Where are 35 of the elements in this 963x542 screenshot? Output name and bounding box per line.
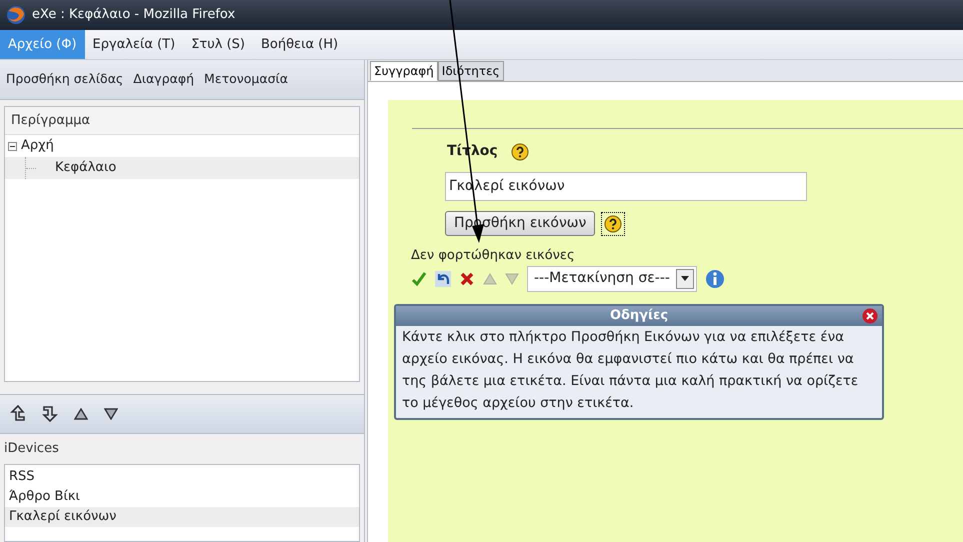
list-item[interactable]: Γκαλερί εικόνων (5, 507, 359, 527)
tree-row[interactable]: Κεφάλαιο (5, 157, 359, 179)
demote-arrow-icon[interactable] (42, 405, 58, 423)
undo-icon[interactable] (435, 270, 451, 286)
browser-logo-icon (6, 5, 26, 25)
menu-item[interactable]: Στυλ (S) (183, 30, 253, 59)
toolbar-button[interactable]: Διαγραφή (133, 70, 194, 89)
panel-header: Περίγραμμα (5, 107, 359, 135)
menu-item[interactable]: Εργαλεία (Τ) (84, 30, 184, 59)
down-triangle-icon[interactable] (104, 408, 118, 420)
toolbar-button[interactable]: Προσθήκη σελίδας (6, 70, 124, 89)
promote-arrow-icon[interactable] (10, 405, 26, 423)
instructions-text: Κάντε κλικ στο πλήκτρο Προσθήκη Εικόνων για να επιλέξετε ένα αρχείο εικόνας. Η εικόνα θα εμφανιστεί πιο κάτω και θα πρέπει να της βάλετε μια ετικέτα. Είναι πάντα μια καλή πρακτική να ορίζετε το μέγεθος αρχείου στην ετικέτα. (401, 328, 860, 412)
menu-item[interactable]: Βοήθεια (H) (252, 30, 346, 59)
caret-icon (680, 276, 689, 281)
tree-label: Κεφάλαιο (55, 159, 116, 178)
toolbar-button[interactable]: Μετονομασία (204, 70, 288, 89)
info-icon[interactable] (704, 268, 725, 288)
collapse-icon[interactable] (8, 142, 17, 150)
list-item[interactable]: Άρθρο Βίκι (5, 487, 359, 507)
close-icon[interactable] (862, 308, 878, 324)
list-item[interactable]: RSS (5, 467, 359, 487)
help-icon[interactable] (601, 212, 626, 236)
instructions-title: Οδηγίες (610, 306, 668, 325)
move-select[interactable]: ---Μετακίνηση σε--- (527, 266, 697, 292)
help-icon[interactable] (510, 142, 530, 162)
panel-header: iDevices (3, 440, 60, 458)
tree-label: Αρχή (21, 137, 54, 156)
up-triangle-icon[interactable] (74, 408, 88, 420)
status-text: Δεν φορτώθηκαν εικόνες (411, 247, 576, 265)
delete-icon[interactable] (459, 270, 475, 286)
tree-row[interactable]: Αρχή (5, 135, 359, 157)
window-title: eXe : Κεφάλαιο - Mozilla Firefox (32, 6, 236, 24)
check-icon[interactable] (411, 270, 427, 286)
tab[interactable]: Συγγραφή (370, 61, 438, 81)
